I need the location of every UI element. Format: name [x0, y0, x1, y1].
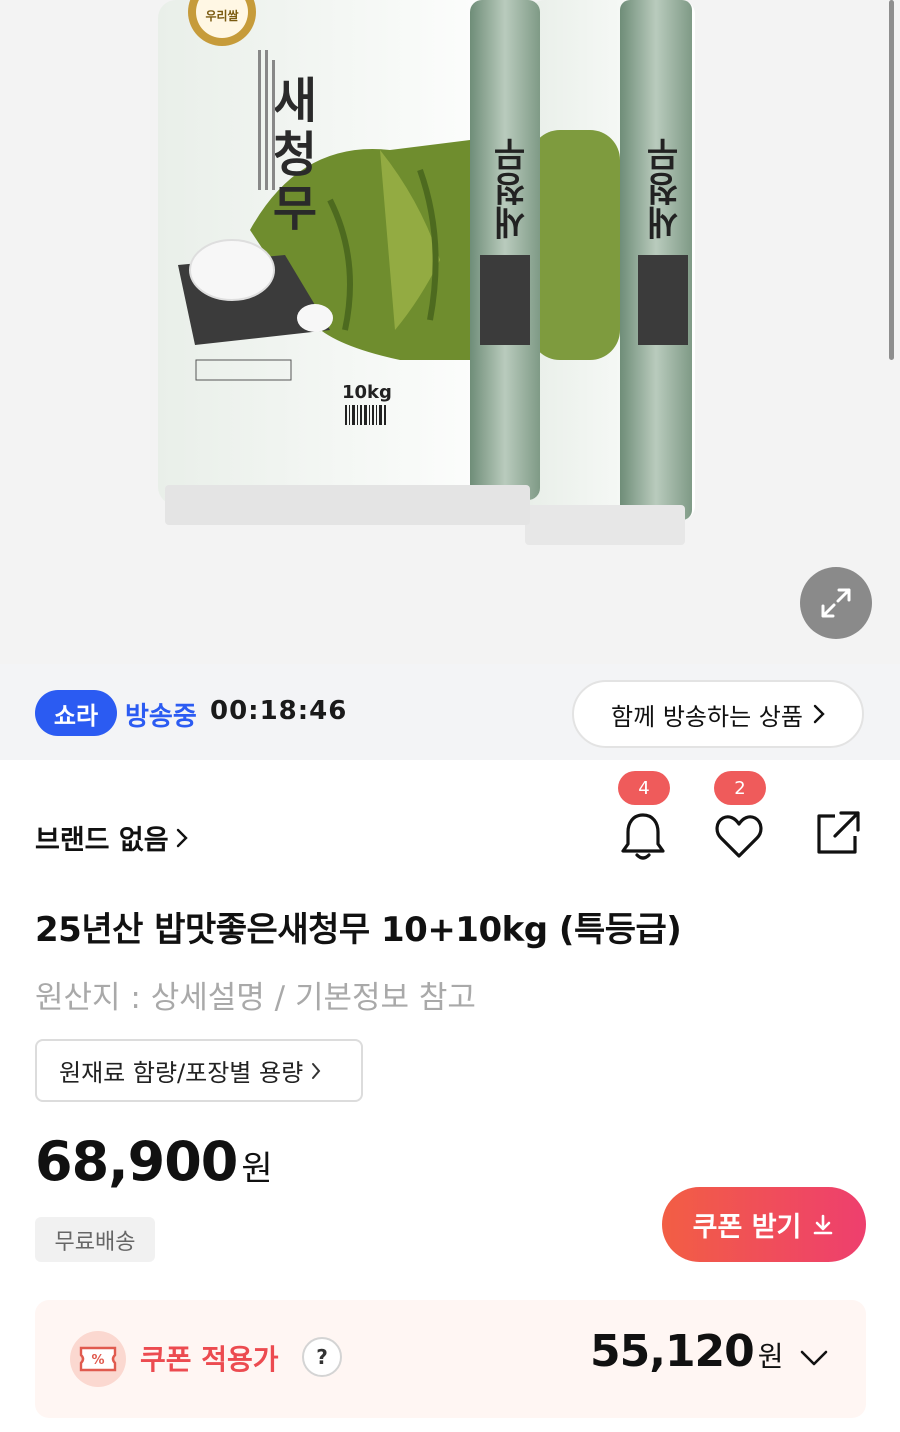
get-coupon-button[interactable]: 쿠폰 받기 — [662, 1187, 866, 1262]
bag-brand-text: 새청무 — [262, 75, 318, 237]
free-shipping-badge: 무료배송 — [35, 1217, 155, 1262]
expand-coupon-button[interactable] — [796, 1340, 832, 1376]
download-icon — [814, 1214, 833, 1234]
coupon-icon: % — [70, 1331, 126, 1387]
share-button[interactable] — [808, 803, 868, 863]
expand-icon — [821, 588, 851, 618]
together-products-label: 함께 방송하는 상품 — [611, 702, 803, 731]
help-icon[interactable]: ? — [302, 1337, 342, 1377]
product-title: 25년산 밥맛좋은새청무 10+10kg (특등급) — [35, 910, 682, 950]
coupon-icon-text: % — [91, 1353, 104, 1368]
bag-weight-text: 10kg — [342, 382, 392, 403]
chevron-right-icon — [813, 704, 825, 724]
product-image: 우리쌀 새청무 10kg 새청무 새청무 — [158, 0, 695, 545]
coupon-price: 55,120 원 — [590, 1326, 784, 1377]
chevron-right-icon — [176, 828, 188, 847]
together-products-button[interactable]: 함께 방송하는 상품 — [572, 680, 864, 748]
price-value: 68,900 — [35, 1130, 238, 1193]
coupon-price-value: 55,120 — [590, 1326, 755, 1377]
side-brand-text: 새청무 — [493, 138, 533, 240]
heart-icon — [715, 815, 763, 858]
brand-label: 브랜드 없음 — [35, 825, 169, 856]
back-side-brand-text: 새청무 — [646, 138, 686, 240]
product-origin: 원산지 : 상세설명 / 기본정보 참고 — [35, 980, 476, 1016]
live-timer: 00:18:46 — [210, 696, 348, 726]
share-icon — [817, 811, 860, 854]
like-button[interactable] — [709, 806, 769, 866]
bell-icon — [621, 813, 665, 860]
alarm-button[interactable] — [613, 806, 673, 866]
get-coupon-label: 쿠폰 받기 — [692, 1212, 802, 1243]
coupon-price-currency: 원 — [757, 1340, 784, 1373]
price: 68,900 원 — [35, 1130, 273, 1193]
expand-image-button[interactable] — [800, 567, 872, 639]
like-count-badge: 2 — [714, 771, 766, 805]
chevron-down-icon — [800, 1350, 828, 1366]
live-status-text: 방송중 — [125, 702, 197, 732]
product-image-area: 우리쌀 새청무 10kg 새청무 새청무 — [0, 0, 900, 664]
coupon-label: 쿠폰 적용가 — [140, 1343, 279, 1376]
spec-button[interactable]: 원재료 함량/포장별 용량 — [35, 1039, 363, 1102]
chevron-right-icon — [312, 1062, 321, 1079]
scrollbar[interactable] — [889, 0, 894, 360]
brand-link[interactable]: 브랜드 없음 — [35, 818, 189, 857]
price-currency: 원 — [241, 1149, 273, 1189]
shora-badge: 쇼라 — [35, 690, 117, 736]
spec-label: 원재료 함량/포장별 용량 — [59, 1059, 304, 1087]
seal-text: 우리쌀 — [205, 8, 238, 23]
alarm-count-badge: 4 — [618, 771, 670, 805]
